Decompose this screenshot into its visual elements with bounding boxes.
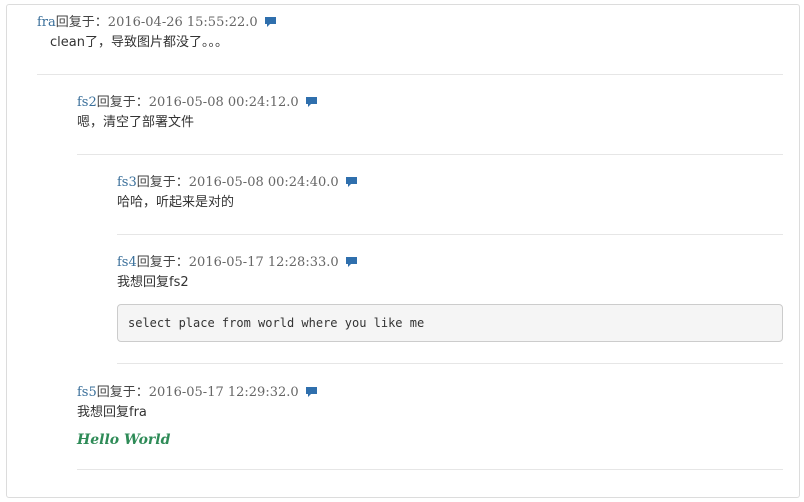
code-block: select place from world where you like m… <box>117 304 783 342</box>
comment-meta: fs4回复于：2016-05-17 12:28:33.0 <box>117 255 358 271</box>
comment-item: fra回复于：2016-04-26 15:55:22.0 clean了，导致图片… <box>37 15 777 55</box>
divider <box>77 469 783 470</box>
reply-icon[interactable] <box>305 386 318 398</box>
divider <box>77 154 783 155</box>
comment-author-link[interactable]: fs2 <box>77 95 97 110</box>
reply-label: 回复于： <box>96 95 149 110</box>
comment-date: 2016-05-08 00:24:12.0 <box>148 95 299 110</box>
comment-date: 2016-05-08 00:24:40.0 <box>188 175 339 190</box>
comment-body: 我想回复fra <box>77 405 147 420</box>
comment-date: 2016-04-26 15:55:22.0 <box>107 15 258 30</box>
comment-author-link[interactable]: fs3 <box>117 175 137 190</box>
comment-meta: fs5回复于：2016-05-17 12:29:32.0 <box>77 385 318 401</box>
divider <box>37 74 783 75</box>
comment-item: fs4回复于：2016-05-17 12:28:33.0 我想回复fs2 <box>117 255 777 295</box>
comment-meta: fs2回复于：2016-05-08 00:24:12.0 <box>77 95 318 111</box>
comment-author-link[interactable]: fs5 <box>77 385 97 400</box>
comment-body: 哈哈，听起来是对的 <box>117 195 235 210</box>
comment-item: fs2回复于：2016-05-08 00:24:12.0 嗯，清空了部署文件 <box>77 95 777 135</box>
reply-label: 回复于： <box>55 15 108 30</box>
comment-meta: fs3回复于：2016-05-08 00:24:40.0 <box>117 175 358 191</box>
comment-author-link[interactable]: fra <box>37 15 56 30</box>
comment-date: 2016-05-17 12:28:33.0 <box>188 255 339 270</box>
comment-meta: fra回复于：2016-04-26 15:55:22.0 <box>37 15 277 31</box>
reply-label: 回复于： <box>136 255 189 270</box>
reply-icon[interactable] <box>305 96 318 108</box>
reply-icon[interactable] <box>345 256 358 268</box>
reply-icon[interactable] <box>264 16 277 28</box>
emphasis-text: Hello World <box>77 432 171 448</box>
comment-date: 2016-05-17 12:29:32.0 <box>148 385 299 400</box>
comment-author-link[interactable]: fs4 <box>117 255 137 270</box>
comment-body: 我想回复fs2 <box>117 275 189 290</box>
comment-item: fs5回复于：2016-05-17 12:29:32.0 我想回复fra <box>77 385 777 425</box>
comment-body: clean了，导致图片都没了。。。 <box>50 35 228 50</box>
comment-body: 嗯，清空了部署文件 <box>77 115 195 130</box>
reply-icon[interactable] <box>345 176 358 188</box>
comment-item: fs3回复于：2016-05-08 00:24:40.0 哈哈，听起来是对的 <box>117 175 777 215</box>
divider <box>117 234 783 235</box>
reply-label: 回复于： <box>136 175 189 190</box>
divider <box>117 363 783 364</box>
reply-label: 回复于： <box>96 385 149 400</box>
